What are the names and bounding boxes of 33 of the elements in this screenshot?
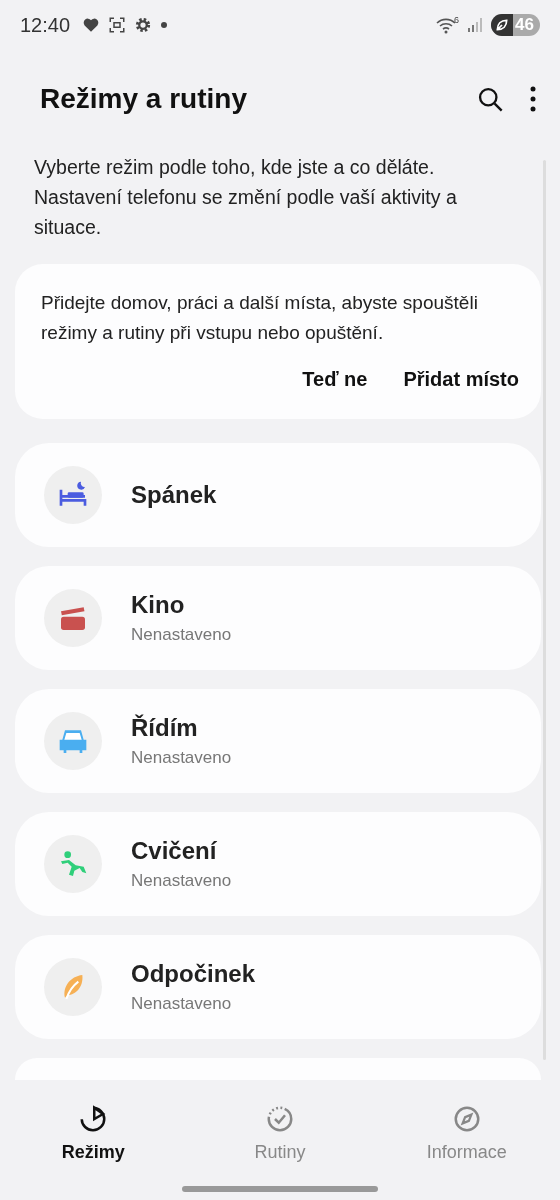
mode-name: Odpočinek (131, 960, 256, 988)
screenshot-icon (108, 16, 127, 34)
page-title: Režimy a rutiny (40, 83, 248, 115)
mode-status: Nenastaveno (131, 871, 232, 891)
mode-card[interactable]: Cvičení Nenastaveno (15, 812, 541, 916)
action-button[interactable]: Přidat místo (403, 368, 519, 391)
gear-icon (134, 16, 153, 34)
status-time: 12:40 (20, 13, 71, 37)
mode-card[interactable]: Kino Nenastaveno (15, 566, 541, 670)
wifi-count: 6 (454, 15, 460, 25)
prompt-text: Přidejte domov, práci a další místa, abyste spouštěli režimy a rutiny při vstupu nebo opuštění. (41, 291, 479, 345)
action-button[interactable]: Teď ne (302, 368, 368, 391)
mode-status: Nenastaveno (131, 748, 232, 768)
heart-icon (82, 16, 101, 34)
mode-card[interactable]: Odpočinek Nenastaveno (15, 935, 541, 1039)
nav-tab[interactable]: Režimy (0, 1090, 187, 1177)
more-icon (530, 86, 536, 112)
dot-icon (160, 21, 169, 29)
signal-icon (467, 17, 484, 33)
description: Vyberte režim podle toho, kde jste a co děláte. Nastavení telefonu se změní podle vaší aktivity a situace. (34, 155, 458, 240)
mode-card[interactable]: Spánek (15, 443, 541, 547)
leaf-icon (495, 18, 510, 32)
mode-name: Kino (131, 591, 186, 619)
mode-name: Řídím (131, 714, 199, 742)
wifi-icon (436, 16, 457, 34)
check-circle-icon (265, 1104, 295, 1134)
mode-status: Nenastaveno (131, 994, 233, 1014)
battery-level: 46 (515, 15, 534, 35)
mode-name: Cvičení (131, 837, 218, 865)
search-icon (476, 85, 504, 113)
mode-status: Nenastaveno (131, 625, 232, 645)
mode-name: Spánek (131, 481, 217, 509)
mode-card[interactable]: Řídím Nenastaveno (15, 689, 541, 793)
